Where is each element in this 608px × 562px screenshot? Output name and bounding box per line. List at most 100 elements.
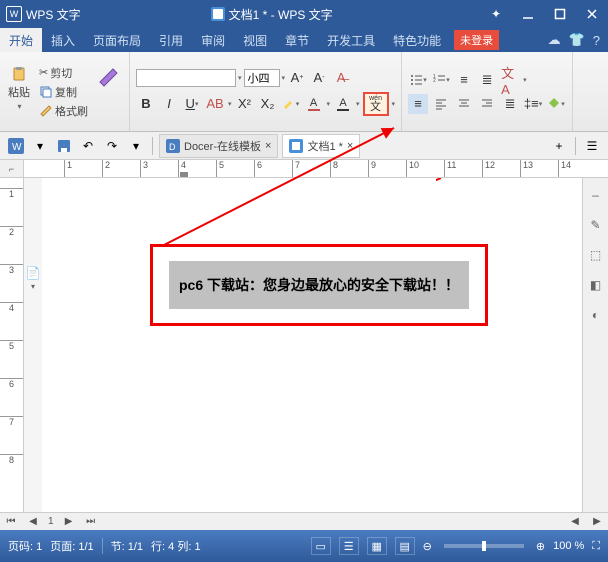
status-bar: 页码: 1 页面: 1/1 节: 1/1 行: 4 列: 1 ▭ ☰ ▦ ▤ ⊖… (0, 530, 608, 562)
font-name-select[interactable] (136, 69, 236, 87)
close-tab-icon-2[interactable]: × (347, 140, 353, 152)
line-spacing-button[interactable]: ‡≡▾ (523, 94, 543, 114)
scroll-right-icon[interactable]: ▶ (590, 515, 604, 529)
save-icon[interactable] (54, 136, 74, 156)
scroll-left-icon[interactable]: ◀ (568, 515, 582, 529)
side-panel: – ✎ ⬚ ◧ ◐ (582, 178, 608, 512)
shading-button[interactable]: ▾ (546, 94, 566, 114)
view-web-icon[interactable]: ▦ (367, 537, 387, 555)
minimize-button[interactable] (512, 0, 544, 28)
strikethrough-button[interactable]: AB (205, 94, 225, 114)
svg-text:2: 2 (433, 78, 436, 84)
cut-button[interactable]: ✂剪切 (36, 64, 91, 82)
shrink-font-button[interactable]: A- (309, 68, 329, 88)
bold-button[interactable]: B (136, 94, 156, 114)
first-page-icon[interactable]: ⏮ (4, 515, 18, 529)
menu-view[interactable]: 视图 (234, 28, 276, 52)
document-page[interactable]: pc6 下载站：您身边最放心的安全下载站！！ (42, 178, 582, 512)
align-center-button[interactable] (454, 94, 474, 114)
maximize-button[interactable] (544, 0, 576, 28)
view-read-icon[interactable]: ▤ (395, 537, 415, 555)
format-brush-button[interactable]: 格式刷 (36, 102, 91, 120)
copy-icon (39, 85, 53, 99)
eyedropper-icon[interactable]: ✎ (587, 216, 605, 234)
font-color-button[interactable]: A (304, 94, 324, 114)
menu-chapter[interactable]: 章节 (276, 28, 318, 52)
bullets-button[interactable]: ▾ (408, 70, 428, 90)
document-tab[interactable]: 文档1 * × (282, 134, 360, 158)
highlight-button[interactable]: ▾ (281, 94, 301, 114)
ruler-corner: ⌐ (0, 160, 24, 177)
font-size-select[interactable] (244, 69, 280, 87)
superscript-button[interactable]: X² (235, 94, 255, 114)
menu-devtools[interactable]: 开发工具 (318, 28, 384, 52)
align-distribute-button[interactable]: ≣ (500, 94, 520, 114)
new-doc-icon[interactable]: ▾ (30, 136, 50, 156)
paste-button[interactable]: 粘贴▾ (4, 64, 34, 120)
format-painter-big[interactable] (93, 64, 125, 120)
close-tab-icon[interactable]: × (265, 140, 271, 152)
subscript-button[interactable]: X₂ (258, 94, 278, 114)
underline-button[interactable]: U▾ (182, 94, 202, 114)
docer-tab[interactable]: D Docer-在线模板 × (159, 134, 278, 158)
close-button[interactable] (576, 0, 608, 28)
menu-review[interactable]: 审阅 (192, 28, 234, 52)
phonetic-guide-button[interactable]: wén 文 (363, 92, 389, 116)
tool3-icon[interactable]: ◧ (587, 276, 605, 294)
clear-format-button[interactable]: A̶ (331, 68, 351, 88)
status-page[interactable]: 页码: 1 (8, 538, 42, 554)
copy-button[interactable]: 复制 (36, 83, 91, 101)
help-icon[interactable]: ? (593, 33, 600, 48)
wps-menu-icon[interactable]: W (6, 136, 26, 156)
select-icon[interactable]: ⬚ (587, 246, 605, 264)
zoom-slider[interactable] (444, 544, 524, 548)
view-outline-icon[interactable]: ☰ (339, 537, 359, 555)
last-page-icon[interactable]: ⏭ (84, 515, 98, 529)
qa-dropdown-icon[interactable]: ▾ (126, 136, 146, 156)
status-section[interactable]: 节: 1/1 (111, 538, 143, 554)
status-page-of[interactable]: 页面: 1/1 (50, 538, 93, 554)
docer-icon: D (166, 139, 180, 153)
menu-references[interactable]: 引用 (150, 28, 192, 52)
status-position[interactable]: 行: 4 列: 1 (151, 538, 201, 554)
horizontal-ruler[interactable]: ⌐ 1234567891011121314 (0, 160, 608, 178)
increase-indent-button[interactable]: ≣ (477, 70, 497, 90)
cloud-icon[interactable]: ☁ (548, 32, 561, 48)
paragraph-caret-icon[interactable]: ▾ (31, 282, 35, 291)
tab-list-icon[interactable]: ☰ (582, 136, 602, 156)
login-splash-icon[interactable]: ✦ (480, 0, 512, 28)
zoom-value[interactable]: 100 % (553, 540, 584, 552)
next-page-icon[interactable]: ▶ (62, 515, 76, 529)
undo-icon[interactable]: ↶ (78, 136, 98, 156)
edit-gutter: 📄 ▾ (24, 178, 42, 512)
palette-icon[interactable]: ◐ (587, 306, 605, 324)
page-number-field[interactable]: 1 (48, 516, 54, 527)
vertical-ruler[interactable]: 12345678 (0, 178, 24, 512)
view-print-icon[interactable]: ▭ (311, 537, 331, 555)
menu-insert[interactable]: 插入 (42, 28, 84, 52)
app-icon: W (6, 6, 22, 22)
align-right-button[interactable] (477, 94, 497, 114)
italic-button[interactable]: I (159, 94, 179, 114)
menu-features[interactable]: 特色功能 (384, 28, 450, 52)
zoom-in-icon[interactable]: ⊕ (536, 540, 545, 553)
add-tab-icon[interactable]: + (549, 136, 569, 156)
not-login-button[interactable]: 未登录 (454, 30, 499, 50)
decrease-indent-button[interactable]: ≡ (454, 70, 474, 90)
sidepanel-close-icon[interactable]: – (587, 186, 605, 204)
skin-icon[interactable]: 👕 (569, 32, 585, 48)
menu-start[interactable]: 开始 (0, 28, 42, 52)
numbering-button[interactable]: 12▾ (431, 70, 451, 90)
align-justify-button[interactable]: ≡ (408, 94, 428, 114)
text-direction-button[interactable]: 文A (500, 70, 520, 90)
fullscreen-icon[interactable]: ⛶ (592, 540, 600, 553)
paragraph-icon[interactable]: 📄 (26, 266, 41, 280)
prev-page-icon[interactable]: ◀ (26, 515, 40, 529)
menu-pagelayout[interactable]: 页面布局 (84, 28, 150, 52)
align-left-button[interactable] (431, 94, 451, 114)
char-shading-button[interactable]: A (333, 94, 353, 114)
grow-font-button[interactable]: A+ (287, 68, 307, 88)
zoom-out-icon[interactable]: ⊖ (423, 540, 432, 553)
document-text[interactable]: pc6 下载站：您身边最放心的安全下载站！！ (169, 261, 469, 309)
redo-icon[interactable]: ↷ (102, 136, 122, 156)
